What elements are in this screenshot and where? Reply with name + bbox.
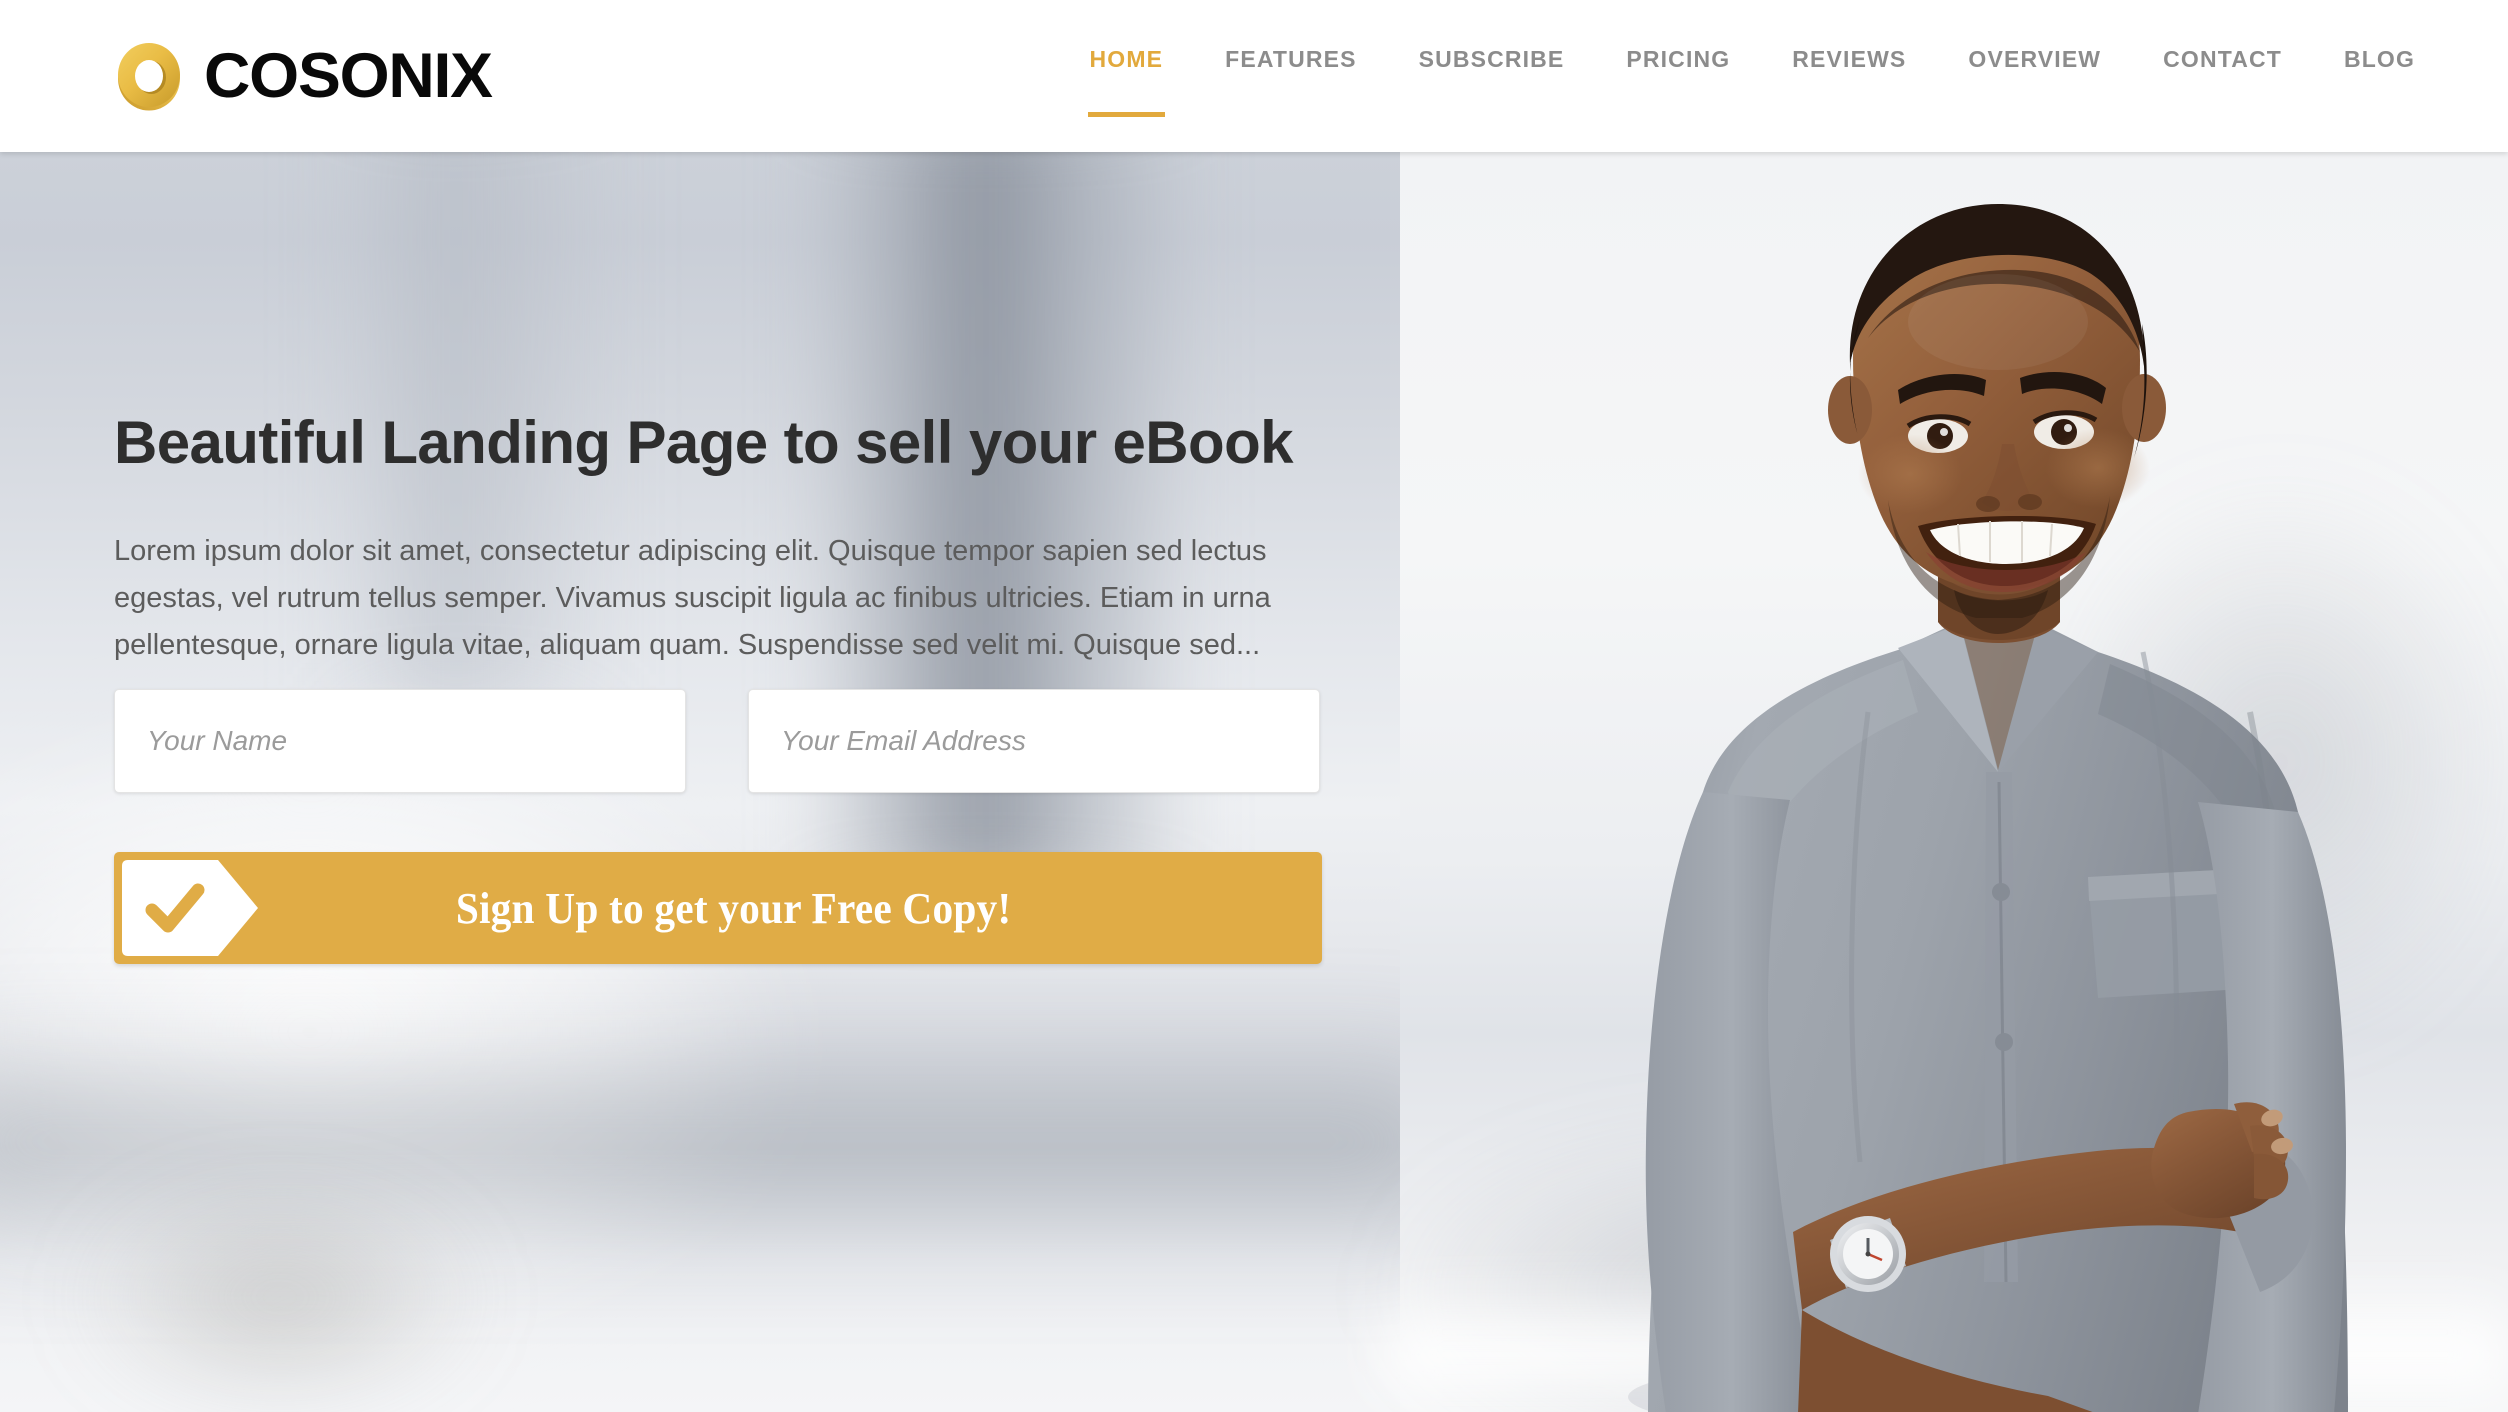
nav-item-subscribe[interactable]: SUBSCRIBE bbox=[1419, 46, 1565, 117]
signup-form bbox=[114, 689, 1320, 793]
hero-content: Beautiful Landing Page to sell your eBoo… bbox=[114, 152, 1414, 1412]
nav-item-reviews[interactable]: REVIEWS bbox=[1792, 46, 1906, 117]
nav-item-blog[interactable]: BLOG bbox=[2344, 46, 2415, 117]
nav-item-overview[interactable]: OVERVIEW bbox=[1968, 46, 2101, 117]
email-input[interactable] bbox=[748, 689, 1320, 793]
nav-item-contact[interactable]: CONTACT bbox=[2163, 46, 2282, 117]
nav-item-home[interactable]: HOME bbox=[1087, 46, 1165, 117]
brand-name: COSONIX bbox=[204, 40, 493, 111]
page-title: Beautiful Landing Page to sell your eBoo… bbox=[114, 409, 1293, 476]
hero-description: Lorem ipsum dolor sit amet, consectetur … bbox=[114, 535, 1271, 661]
landing-page: COSONIX HOME FEATURES SUBSCRIBE PRICING … bbox=[0, 0, 2508, 1412]
check-icon bbox=[122, 860, 258, 956]
nav-item-pricing[interactable]: PRICING bbox=[1626, 46, 1730, 117]
signup-button[interactable]: Sign Up to get your Free Copy! bbox=[114, 852, 1322, 964]
hero-section: Beautiful Landing Page to sell your eBoo… bbox=[0, 152, 2508, 1412]
ring-logo-icon bbox=[118, 43, 180, 111]
main-navigation: HOME FEATURES SUBSCRIBE PRICING REVIEWS … bbox=[1059, 0, 2446, 152]
signup-button-label: Sign Up to get your Free Copy! bbox=[455, 883, 1012, 933]
name-input[interactable] bbox=[114, 689, 686, 793]
site-header: COSONIX HOME FEATURES SUBSCRIBE PRICING … bbox=[0, 0, 2508, 152]
brand-logo[interactable]: COSONIX bbox=[112, 0, 493, 152]
nav-item-features[interactable]: FEATURES bbox=[1225, 46, 1356, 117]
